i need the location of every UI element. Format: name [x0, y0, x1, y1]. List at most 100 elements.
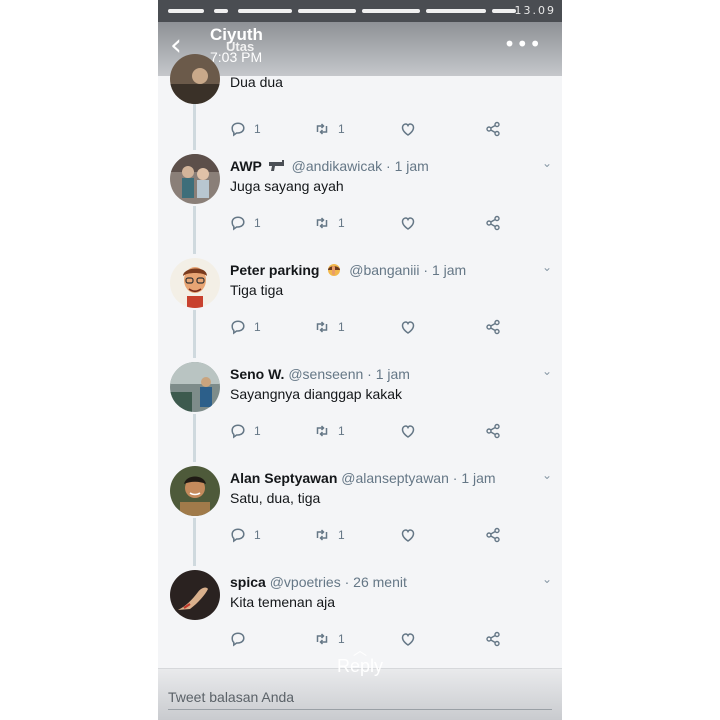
tweet-item[interactable]: Seno W. @senseenn · 1 jam ⌄ Sayangnya di…: [158, 358, 562, 462]
tweet-thread: Dua dua 1 1 AWP @andikawicak · 1 jam ⌄ J…: [158, 54, 562, 670]
like-button[interactable]: [400, 318, 416, 336]
retweet-count: 1: [338, 424, 345, 438]
share-button[interactable]: [485, 120, 501, 138]
tweet-actions: 1 1: [230, 318, 510, 336]
retweet-button[interactable]: 1: [314, 526, 345, 544]
reply-button[interactable]: 1: [230, 422, 261, 440]
tweet-text: Tiga tiga: [230, 282, 284, 298]
user-handle[interactable]: @vpoetries · 26 menit: [270, 574, 407, 590]
tweet-actions: 1 1: [230, 120, 510, 138]
retweet-count: 1: [338, 528, 345, 542]
display-name[interactable]: Seno W.: [230, 366, 284, 382]
tweet-actions: 1 1: [230, 214, 510, 232]
gun-emoji: [268, 160, 284, 171]
display-name[interactable]: spica: [230, 574, 266, 590]
display-name[interactable]: Alan Septyawan: [230, 470, 337, 486]
display-name[interactable]: AWP: [230, 158, 262, 174]
more-options-button[interactable]: •••: [504, 32, 542, 56]
user-handle[interactable]: @andikawicak · 1 jam: [292, 158, 429, 174]
status-bar: 13.09: [158, 0, 562, 22]
share-button[interactable]: [485, 526, 501, 544]
reply-icon: [231, 632, 245, 647]
heart-icon: [401, 217, 415, 230]
input-underline: [168, 709, 552, 710]
like-button[interactable]: [400, 526, 416, 544]
tweet-text: Dua dua: [230, 74, 283, 90]
phone-screen: 13.09 ‹ Ciyuth Utas 7:03 PM ••• Dua dua …: [158, 0, 562, 720]
retweet-icon: [316, 529, 328, 541]
reply-button[interactable]: 1: [230, 214, 261, 232]
thread-connector: [193, 310, 196, 358]
reply-icon: [231, 424, 245, 439]
avatar[interactable]: [170, 154, 220, 204]
reply-count: 1: [254, 320, 261, 334]
share-button[interactable]: [485, 318, 501, 336]
reply-icon: [231, 528, 245, 543]
retweet-button[interactable]: 1: [314, 318, 345, 336]
like-button[interactable]: [400, 422, 416, 440]
thread-connector: [193, 414, 196, 462]
share-icon: [486, 631, 500, 647]
tweet-actions: 1 1: [230, 526, 510, 544]
avatar[interactable]: [170, 54, 220, 104]
share-button[interactable]: [485, 214, 501, 232]
reply-icon: [231, 122, 245, 137]
retweet-count: 1: [338, 632, 345, 646]
tweet-header: AWP @andikawicak · 1 jam: [230, 158, 429, 174]
chevron-down-icon[interactable]: ⌄: [542, 572, 552, 586]
share-button[interactable]: [485, 422, 501, 440]
reply-button[interactable]: 1: [230, 318, 261, 336]
user-handle[interactable]: @banganiii · 1 jam: [349, 262, 466, 278]
reply-icon: [231, 216, 245, 231]
tweet-item[interactable]: Dua dua 1 1: [158, 54, 562, 150]
heart-icon: [401, 123, 415, 136]
heart-icon: [401, 529, 415, 542]
tweet-item[interactable]: Alan Septyawan @alanseptyawan · 1 jam ⌄ …: [158, 462, 562, 566]
retweet-button[interactable]: 1: [314, 422, 345, 440]
tweet-text: Satu, dua, tiga: [230, 490, 321, 506]
chevron-down-icon[interactable]: ⌄: [542, 468, 552, 482]
reply-count: 1: [254, 424, 261, 438]
reply-button[interactable]: 1: [230, 526, 261, 544]
retweet-button[interactable]: 1: [314, 214, 345, 232]
share-icon: [486, 215, 500, 231]
avatar[interactable]: [170, 362, 220, 412]
tweet-item[interactable]: Peter parking @banganiii · 1 jam ⌄ Tiga …: [158, 254, 562, 358]
status-notification-bar: [214, 9, 228, 13]
user-handle[interactable]: @senseenn · 1 jam: [288, 366, 410, 382]
status-notification-bar: [238, 9, 292, 13]
retweet-count: 1: [338, 320, 345, 334]
chevron-down-icon[interactable]: ⌄: [542, 364, 552, 378]
reply-icon: [231, 320, 245, 335]
retweet-button[interactable]: 1: [314, 120, 345, 138]
retweet-count: 1: [338, 216, 345, 230]
swipe-up-reply-hint[interactable]: ︿ Reply: [158, 644, 562, 677]
display-name[interactable]: Peter parking: [230, 262, 319, 278]
like-button[interactable]: [400, 214, 416, 232]
avatar[interactable]: [170, 570, 220, 620]
woman-facepalm-emoji: [328, 264, 341, 276]
reply-button[interactable]: 1: [230, 120, 261, 138]
tweet-item[interactable]: AWP @andikawicak · 1 jam ⌄ Juga sayang a…: [158, 150, 562, 254]
share-icon: [486, 423, 500, 439]
avatar[interactable]: [170, 258, 220, 308]
tweet-actions: 1 1: [230, 422, 510, 440]
status-clock: 13.09: [514, 4, 556, 17]
avatar[interactable]: [170, 466, 220, 516]
chevron-down-icon[interactable]: ⌄: [542, 260, 552, 274]
like-button[interactable]: [400, 120, 416, 138]
heart-icon: [401, 633, 415, 646]
heart-icon: [401, 425, 415, 438]
thread-connector: [193, 104, 196, 150]
reply-count: 1: [254, 528, 261, 542]
chevron-down-icon[interactable]: ⌄: [542, 156, 552, 170]
share-icon: [486, 319, 500, 335]
status-notification-bar: [426, 9, 486, 13]
header-time: 7:03 PM: [210, 49, 263, 65]
retweet-icon: [316, 633, 328, 645]
retweet-count: 1: [338, 122, 345, 136]
reply-input[interactable]: Tweet balasan Anda: [168, 689, 294, 705]
tweet-header: spica @vpoetries · 26 menit: [230, 574, 407, 590]
user-handle[interactable]: @alanseptyawan · 1 jam: [341, 470, 495, 486]
thread-connector: [193, 518, 196, 566]
